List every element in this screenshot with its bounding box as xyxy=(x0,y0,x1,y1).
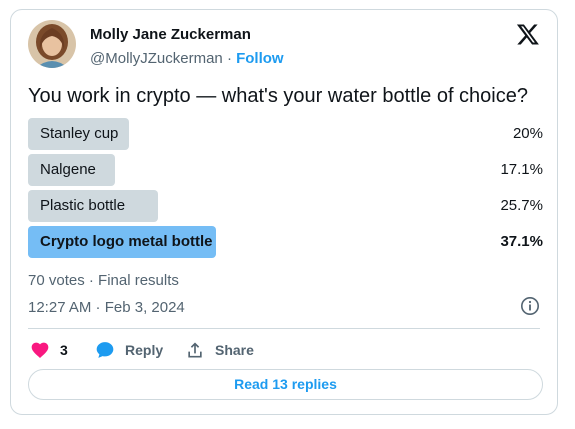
tweet-text: You work in crypto — what's your water b… xyxy=(28,85,528,107)
author-handle[interactable]: @MollyJZuckerman xyxy=(90,50,223,67)
reply-button[interactable]: Reply xyxy=(95,339,163,361)
share-label: Share xyxy=(215,342,254,358)
reply-label: Reply xyxy=(125,342,164,358)
poll-option-label: Stanley cup xyxy=(40,125,119,142)
poll-option: Plastic bottle 25.7% xyxy=(28,190,543,222)
poll-option-label: Plastic bottle xyxy=(40,197,126,214)
speech-bubble-icon xyxy=(96,342,114,358)
poll-option: Stanley cup 20% xyxy=(28,118,543,150)
x-logo-icon[interactable] xyxy=(516,22,540,46)
poll-meta: 70 votes · Final results xyxy=(28,272,179,289)
divider xyxy=(28,328,540,329)
poll-option-percent: 37.1% xyxy=(500,233,543,250)
poll-option-label: Crypto logo metal bottle xyxy=(40,233,213,250)
like-button[interactable]: 3 xyxy=(30,339,68,361)
poll-option-percent: 20% xyxy=(512,125,543,142)
like-count: 3 xyxy=(60,342,68,358)
poll-option-label: Nalgene xyxy=(40,161,96,178)
tweet-card: Molly Jane Zuckerman @MollyJZuckerman · … xyxy=(10,9,558,415)
avatar[interactable] xyxy=(28,20,76,68)
author-handle-row: @MollyJZuckerman · Follow xyxy=(90,50,284,67)
heart-icon xyxy=(31,342,49,358)
handle-separator: · xyxy=(226,50,232,67)
author-name[interactable]: Molly Jane Zuckerman xyxy=(90,26,251,43)
poll-option-winner: Crypto logo metal bottle 37.1% xyxy=(28,226,543,258)
timestamp[interactable]: 12:27 AM · Feb 3, 2024 xyxy=(28,299,185,316)
info-icon[interactable] xyxy=(520,296,540,316)
follow-button[interactable]: Follow xyxy=(236,50,284,67)
poll-option-percent: 17.1% xyxy=(500,161,543,178)
share-icon xyxy=(188,342,202,358)
share-button[interactable]: Share xyxy=(185,339,254,361)
poll-option: Nalgene 17.1% xyxy=(28,154,543,186)
poll-option-percent: 25.7% xyxy=(500,197,543,214)
read-replies-button[interactable]: Read 13 replies xyxy=(28,369,543,400)
